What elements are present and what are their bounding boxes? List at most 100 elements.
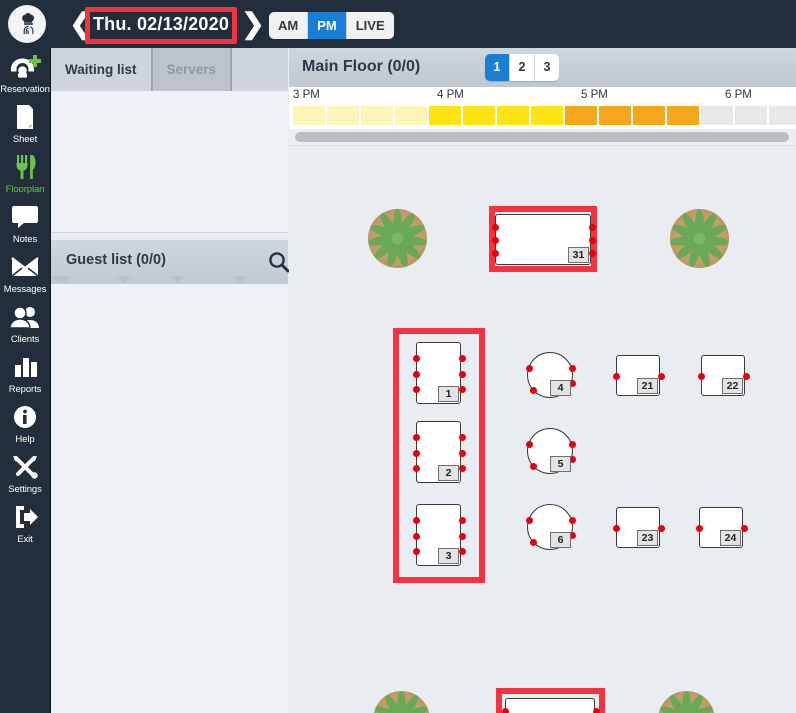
seat-dot[interactable] xyxy=(529,463,537,471)
timeline-slot-5[interactable] xyxy=(463,106,497,125)
floorplan-horizontal-scrollbar[interactable] xyxy=(289,129,796,146)
timeline-slot-6[interactable] xyxy=(497,106,531,125)
floor-table-23[interactable]: 23 xyxy=(612,507,665,548)
seat-dot[interactable] xyxy=(525,440,533,448)
seat-dot[interactable] xyxy=(569,364,577,372)
time-mode-live[interactable]: LIVE xyxy=(347,12,394,39)
timeline-slot-2[interactable] xyxy=(361,106,395,125)
floor-table-22[interactable]: 22 xyxy=(697,355,750,396)
seat-dot[interactable] xyxy=(412,386,420,393)
seat-dot[interactable] xyxy=(589,249,596,257)
timeline-slot-14[interactable] xyxy=(769,106,796,125)
seat-dot[interactable] xyxy=(459,449,466,457)
timeline-slot-10[interactable] xyxy=(633,106,667,125)
seat-dot[interactable] xyxy=(569,516,577,524)
seat-dot[interactable] xyxy=(412,370,420,378)
seat-dot[interactable] xyxy=(529,539,537,547)
timeline-slot-12[interactable] xyxy=(701,106,735,125)
floor-table-24[interactable]: 24 xyxy=(695,507,748,548)
sidebar-item-messages[interactable]: Messages xyxy=(0,248,50,298)
seat-dot[interactable] xyxy=(697,373,705,380)
sidebar-item-reservation[interactable]: Reservation xyxy=(0,48,50,98)
seat-dot[interactable] xyxy=(501,707,509,713)
seat-dot[interactable] xyxy=(412,532,420,540)
seat-dot[interactable] xyxy=(658,373,665,380)
floor-table-2[interactable]: 2 xyxy=(412,421,466,483)
floor-table-21[interactable]: 21 xyxy=(612,355,665,396)
sidebar-item-notes[interactable]: Notes xyxy=(0,198,50,248)
floor-table-31[interactable]: 31 xyxy=(491,214,596,265)
sidebar-item-settings[interactable]: Settings xyxy=(0,448,50,498)
seat-dot[interactable] xyxy=(529,387,537,395)
floor-table-6[interactable]: 6 xyxy=(525,504,577,550)
timeline-slot-3[interactable] xyxy=(395,106,429,125)
next-day-arrow-icon[interactable]: ❯ xyxy=(240,9,266,39)
seat-dot[interactable] xyxy=(459,355,466,362)
floor-table-4[interactable]: 4 xyxy=(525,352,577,398)
seat-dot[interactable] xyxy=(412,517,420,524)
date-display[interactable]: Thu. 02/13/2020 xyxy=(88,9,234,40)
scrollbar-thumb[interactable] xyxy=(295,132,789,142)
tab-waiting-list[interactable]: Waiting list xyxy=(51,48,153,91)
seat-dot[interactable] xyxy=(459,434,466,441)
floor-table-1[interactable]: 1 xyxy=(412,342,466,404)
seat-dot[interactable] xyxy=(459,465,466,472)
seat-dot[interactable] xyxy=(412,434,420,441)
timeline-slot-0[interactable] xyxy=(293,106,327,125)
sidebar-item-help[interactable]: Help xyxy=(0,398,50,448)
seat-dot[interactable] xyxy=(593,707,600,713)
seat-dot[interactable] xyxy=(525,364,533,372)
seat-dot[interactable] xyxy=(589,224,596,232)
app-logo-icon[interactable] xyxy=(8,5,46,43)
seat-dot[interactable] xyxy=(491,224,499,232)
timeline-slot-9[interactable] xyxy=(599,106,633,125)
sidebar-item-reports[interactable]: Reports xyxy=(0,348,50,398)
floorplan-canvas[interactable]: 311234562122232432 xyxy=(289,146,796,713)
seat-dot[interactable] xyxy=(741,525,748,532)
seat-dot[interactable] xyxy=(459,370,466,378)
seat-dot[interactable] xyxy=(412,355,420,362)
search-icon[interactable] xyxy=(267,250,291,274)
seat-dot[interactable] xyxy=(525,516,533,524)
seat-dot[interactable] xyxy=(612,373,620,380)
floor-table-32[interactable]: 32 xyxy=(501,698,600,713)
time-mode-pm[interactable]: PM xyxy=(308,12,347,39)
seat-dot[interactable] xyxy=(412,449,420,457)
floor-page-2[interactable]: 2 xyxy=(510,54,535,81)
seat-dot[interactable] xyxy=(695,525,703,532)
seat-dot[interactable] xyxy=(459,548,466,555)
sidebar-item-floorplan[interactable]: Floorplan xyxy=(0,148,50,198)
floor-table-3[interactable]: 3 xyxy=(412,504,466,566)
floor-table-5[interactable]: 5 xyxy=(525,428,577,474)
seat-dot[interactable] xyxy=(569,440,577,448)
seat-dot[interactable] xyxy=(412,548,420,555)
timeline-slot-1[interactable] xyxy=(327,106,361,125)
sidebar-item-clients[interactable]: Clients xyxy=(0,298,50,348)
timeline-slot-13[interactable] xyxy=(735,106,769,125)
floor-page-1[interactable]: 1 xyxy=(485,54,510,81)
seat-dot[interactable] xyxy=(412,465,420,472)
tab-servers[interactable]: Servers xyxy=(152,48,233,91)
seat-dot[interactable] xyxy=(743,373,750,380)
seat-dot[interactable] xyxy=(491,249,499,257)
floor-page-3[interactable]: 3 xyxy=(535,54,559,81)
timeline-slot-11[interactable] xyxy=(667,106,701,125)
seat-dot[interactable] xyxy=(459,386,466,393)
timeline-bar[interactable]: 3 PM 4 PM 5 PM 6 PM xyxy=(289,87,796,130)
seat-dot[interactable] xyxy=(459,532,466,540)
time-mode-am[interactable]: AM xyxy=(269,12,309,39)
sort-caret-5[interactable] xyxy=(233,276,247,283)
seat-dot[interactable] xyxy=(491,237,499,244)
sidebar-item-sheet[interactable]: Sheet xyxy=(0,98,50,148)
timeline-slot-4[interactable] xyxy=(429,106,463,125)
sidebar-item-exit[interactable]: Exit xyxy=(0,498,50,548)
timeline-slot-7[interactable] xyxy=(531,106,565,125)
seat-dot[interactable] xyxy=(589,237,596,244)
sort-caret-4[interactable] xyxy=(51,276,65,283)
seat-dot[interactable] xyxy=(612,525,620,532)
seat-dot[interactable] xyxy=(658,525,665,532)
sort-caret-2[interactable] xyxy=(117,276,131,283)
seat-dot[interactable] xyxy=(459,517,466,524)
timeline-slot-8[interactable] xyxy=(565,106,599,125)
sort-caret-3[interactable] xyxy=(171,276,185,283)
